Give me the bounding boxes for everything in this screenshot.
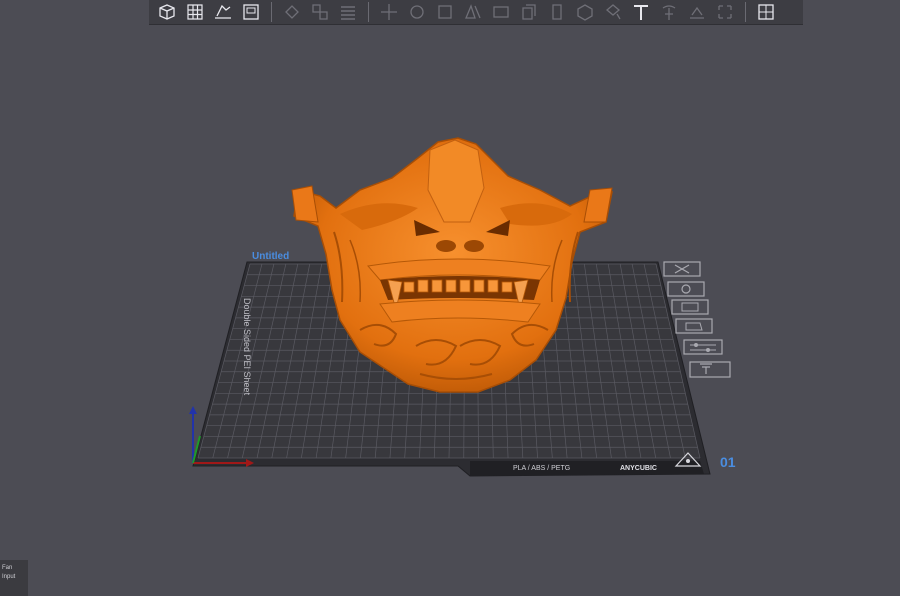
support-icon bbox=[662, 5, 676, 20]
3d-viewport[interactable]: Untitled Double Sided PEI Sheet PLA / AB… bbox=[0, 0, 900, 596]
plate-button[interactable] bbox=[239, 1, 263, 23]
cut-button[interactable] bbox=[489, 1, 513, 23]
mirror-icon bbox=[465, 4, 481, 19]
duplicate-icon bbox=[522, 4, 536, 20]
primitive-icon bbox=[577, 4, 593, 21]
puzzle-icon bbox=[758, 4, 774, 20]
corner-info-panel[interactable]: Fan Input bbox=[0, 560, 28, 596]
hollow-button[interactable] bbox=[280, 1, 304, 23]
flatten-icon bbox=[690, 6, 704, 19]
text-button[interactable] bbox=[629, 1, 653, 23]
plate-number: 01 bbox=[720, 454, 736, 470]
paint-button[interactable] bbox=[601, 1, 625, 23]
scale-button[interactable] bbox=[433, 1, 457, 23]
plate-name[interactable]: Untitled bbox=[252, 251, 289, 262]
grid-button[interactable] bbox=[183, 1, 207, 23]
duplicate-button[interactable] bbox=[517, 1, 541, 23]
support-button[interactable] bbox=[657, 1, 681, 23]
plate-options-icon[interactable] bbox=[683, 339, 723, 355]
corner-panel-line-1: Fan bbox=[2, 565, 13, 571]
toolbar-separator bbox=[368, 2, 369, 22]
multi-copy-button[interactable] bbox=[308, 1, 332, 23]
arrange-plate-icon[interactable] bbox=[671, 299, 709, 315]
plate-brand-label: ANYCUBIC bbox=[620, 465, 657, 472]
corner-panel-line-2: Input bbox=[2, 574, 16, 580]
rotate-button[interactable] bbox=[405, 1, 429, 23]
add-model-icon bbox=[159, 4, 175, 20]
text-icon bbox=[634, 5, 648, 20]
layers-button[interactable] bbox=[336, 1, 360, 23]
plate-icon bbox=[243, 4, 259, 20]
plate-settings-icon[interactable] bbox=[667, 281, 705, 297]
primitive-button[interactable] bbox=[573, 1, 597, 23]
measure-icon bbox=[718, 5, 732, 19]
measure-button[interactable] bbox=[713, 1, 737, 23]
multi-copy-icon bbox=[312, 4, 328, 20]
rotate-icon bbox=[410, 5, 424, 19]
add-model-button[interactable] bbox=[155, 1, 179, 23]
drop-button[interactable] bbox=[545, 1, 569, 23]
cut-icon bbox=[493, 6, 509, 18]
auto-arrange-button[interactable] bbox=[211, 1, 235, 23]
move-icon bbox=[381, 4, 397, 20]
puzzle-button[interactable] bbox=[754, 1, 778, 23]
paint-icon bbox=[605, 4, 621, 20]
drop-icon bbox=[552, 4, 562, 20]
plate-side-label: Double Sided PEI Sheet bbox=[242, 298, 252, 396]
layers-icon bbox=[341, 6, 355, 20]
toolbar-separator bbox=[745, 2, 746, 22]
mirror-button[interactable] bbox=[461, 1, 485, 23]
plate-material-label: PLA / ABS / PETG bbox=[513, 465, 570, 472]
toolbar-separator bbox=[271, 2, 272, 22]
delete-plate-icon[interactable] bbox=[663, 261, 701, 277]
lock-plate-icon[interactable] bbox=[689, 361, 731, 378]
flatten-button[interactable] bbox=[685, 1, 709, 23]
move-button[interactable] bbox=[377, 1, 401, 23]
scale-icon bbox=[438, 5, 452, 19]
auto-arrange-icon bbox=[215, 4, 231, 19]
top-toolbar bbox=[149, 0, 803, 25]
hollow-icon bbox=[285, 5, 299, 19]
grid-icon bbox=[187, 4, 203, 20]
orient-plate-icon[interactable] bbox=[675, 318, 713, 334]
